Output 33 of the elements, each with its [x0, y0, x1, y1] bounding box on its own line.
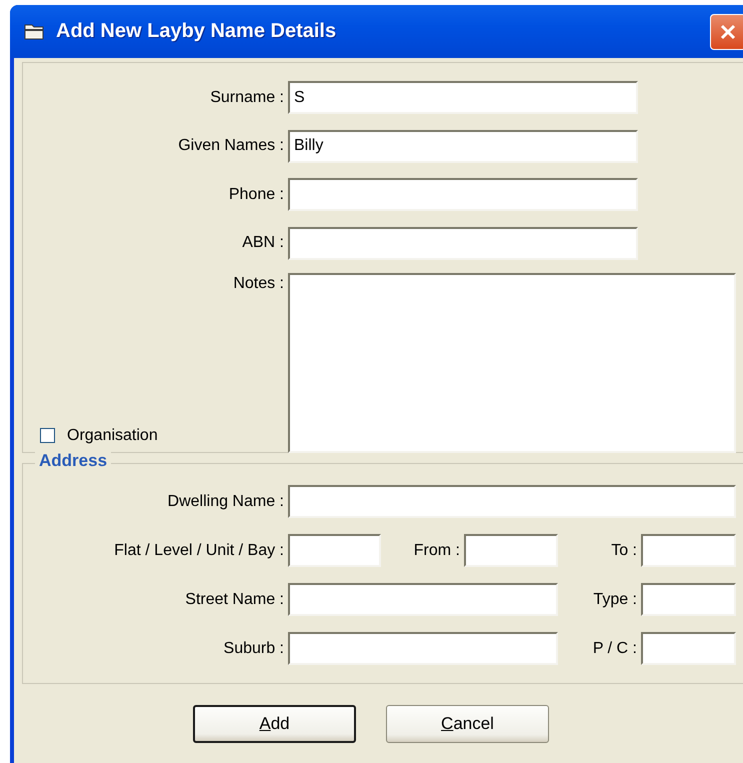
input-field[interactable]: Billy — [288, 130, 638, 162]
input-field[interactable] — [288, 485, 736, 518]
field-label: Notes : — [232, 274, 284, 292]
input-field[interactable]: S — [288, 81, 638, 114]
input-field[interactable] — [288, 632, 558, 665]
field-label: Given Names : — [177, 137, 285, 155]
window-title: Add New Layby Name Details — [56, 20, 338, 43]
field-label: Flat / Level / Unit / Bay : — [113, 542, 285, 560]
field-label: Street Name : — [184, 590, 285, 608]
dialog-button[interactable]: Add — [193, 705, 356, 743]
notes-field[interactable] — [288, 272, 736, 452]
input-field[interactable] — [288, 178, 638, 211]
field-label: To : — [610, 542, 638, 560]
input-field[interactable] — [641, 632, 736, 665]
input-field[interactable] — [641, 583, 736, 616]
field-label: Phone : — [228, 186, 285, 204]
dialog-button[interactable]: Cancel — [386, 705, 549, 743]
field-label: P / C : — [592, 640, 638, 658]
field-label: Suburb : — [222, 640, 285, 658]
field-label: Type : — [592, 590, 638, 608]
input-field[interactable] — [641, 534, 736, 567]
input-field[interactable] — [464, 534, 558, 567]
close-button[interactable] — [710, 14, 743, 50]
window-icon — [24, 24, 44, 40]
input-field[interactable] — [288, 583, 558, 616]
input-field[interactable] — [288, 534, 381, 567]
field-label: ABN : — [241, 234, 285, 252]
field-label: From : — [412, 542, 461, 560]
checkbox-label: Organisation — [67, 426, 158, 444]
input-field[interactable] — [288, 226, 638, 260]
checkbox[interactable] — [40, 428, 55, 443]
field-label: Surname : — [209, 88, 285, 106]
field-label: Dwelling Name : — [166, 492, 285, 510]
